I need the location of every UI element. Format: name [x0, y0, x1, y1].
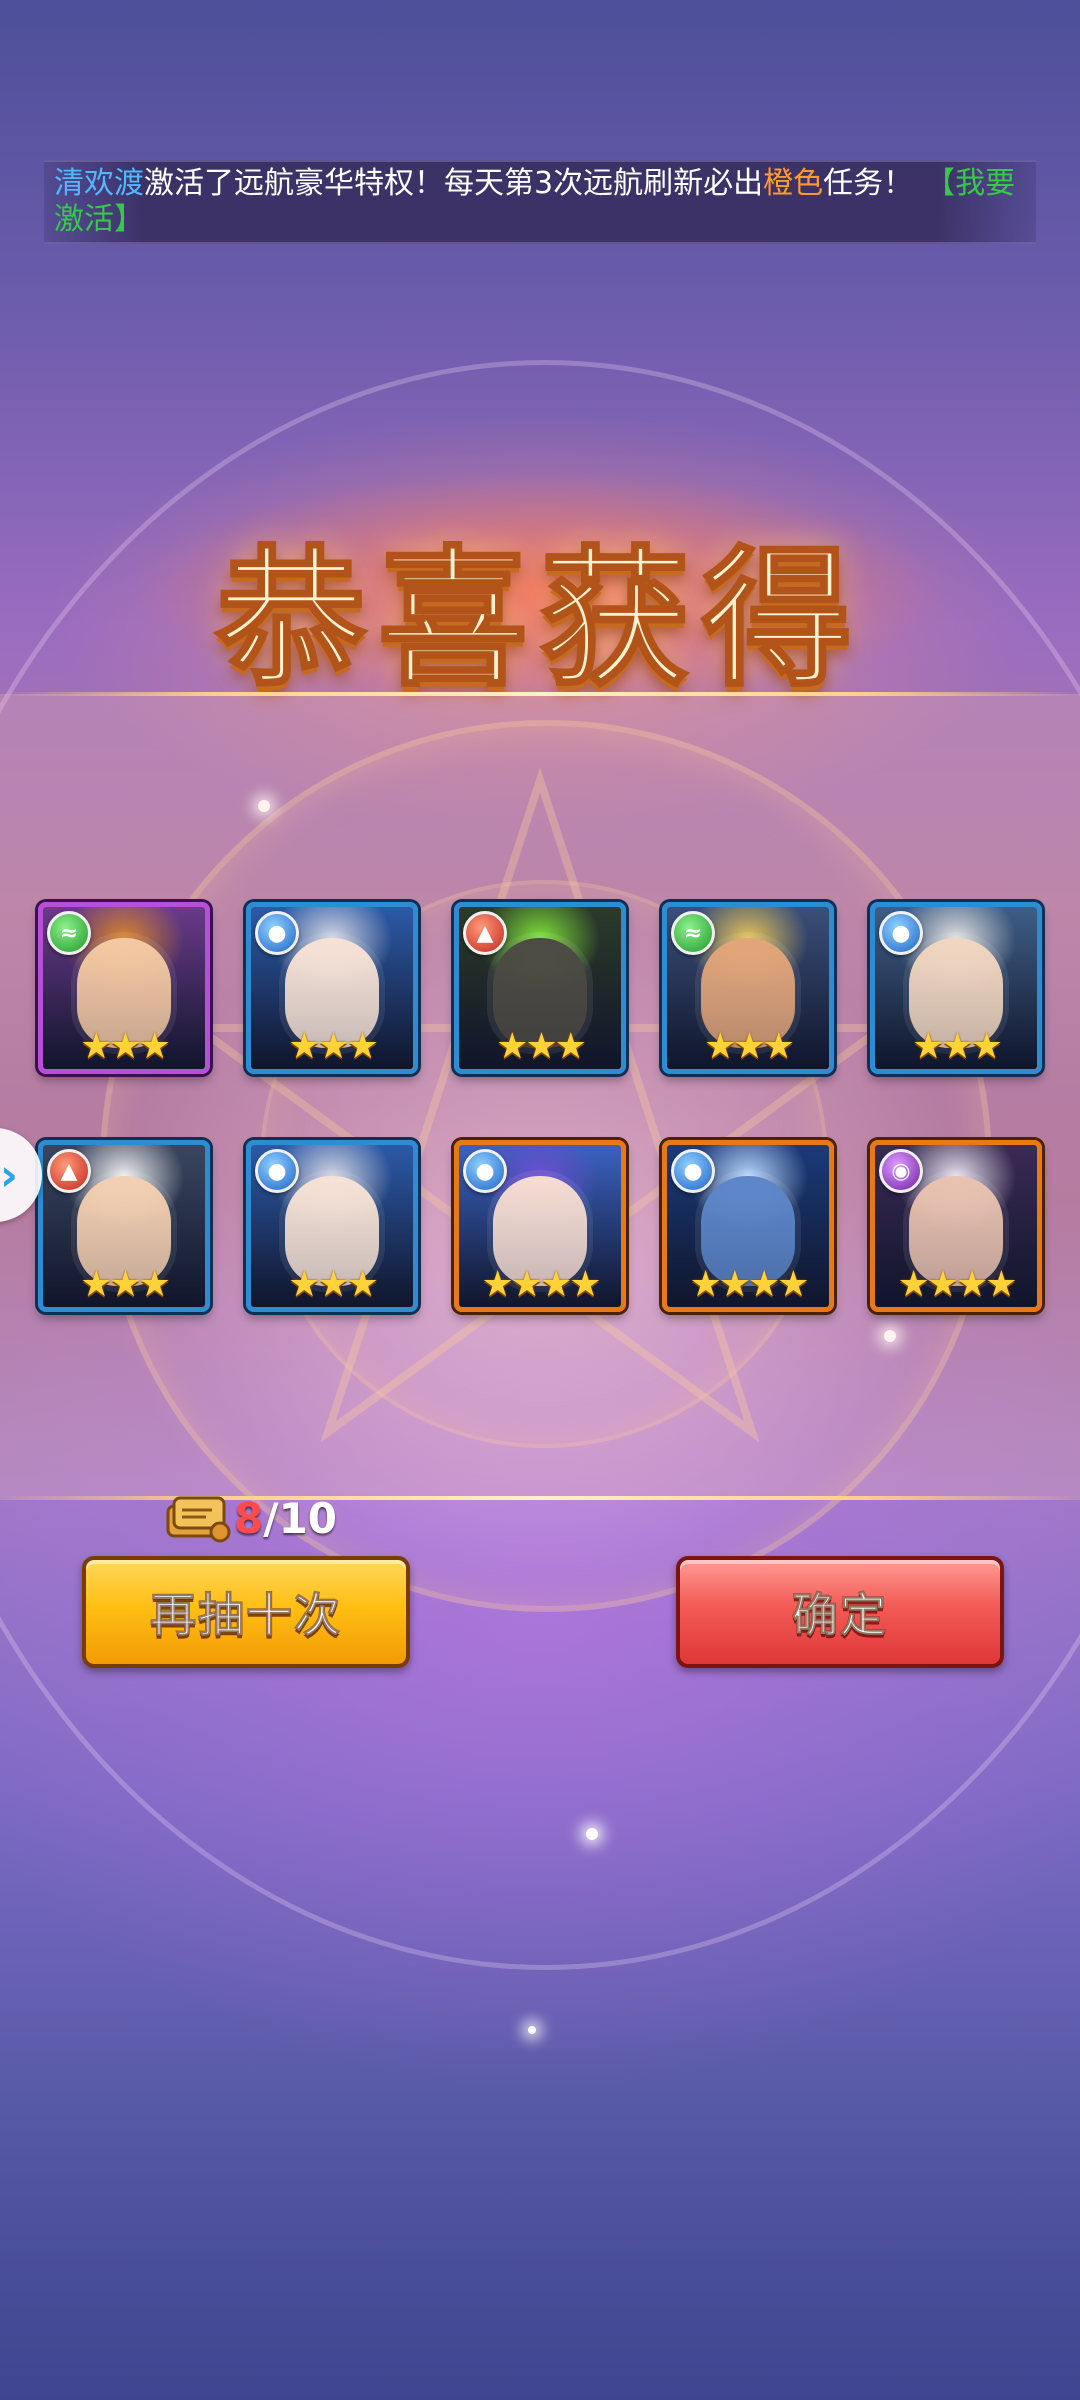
star-rating: ★★★★ [481, 1264, 601, 1305]
star-rating: ★★★★ [689, 1264, 809, 1305]
confirm-button[interactable]: 确定 [676, 1556, 1004, 1668]
draw-count-separator: / [263, 1493, 279, 1543]
band-top-line [0, 692, 1080, 696]
hero-card[interactable]: ▲ ★★★ [454, 902, 626, 1074]
hero-card[interactable]: ● ★★★★ [454, 1140, 626, 1312]
water-element-icon: ● [671, 1149, 715, 1193]
water-element-icon: ● [463, 1149, 507, 1193]
notice-message-end: 任务！ [823, 166, 914, 201]
star-rating: ★★★ [288, 1026, 379, 1067]
fire-element-icon: ▲ [463, 911, 507, 955]
scroll-ticket-icon [162, 1490, 234, 1546]
fire-element-icon: ▲ [47, 1149, 91, 1193]
draw-count-total: 10 [278, 1493, 338, 1543]
notice-player-name: 清欢渡 [54, 166, 144, 201]
notice-text: 清欢渡激活了远航豪华特权！每天第3次远航刷新必出橙色任务！ 【我要激活】 [54, 166, 1026, 238]
water-element-icon: ● [255, 1149, 299, 1193]
hero-card[interactable]: ● ★★★ [246, 1140, 418, 1312]
hero-card[interactable]: ● ★★★ [870, 902, 1042, 1074]
notice-highlight: 橙色 [763, 166, 824, 201]
result-band [0, 694, 1080, 1500]
wind-element-icon: ≈ [47, 911, 91, 955]
star-rating: ★★★ [288, 1264, 379, 1305]
star-rating: ★★★ [912, 1026, 1003, 1067]
star-rating: ★★★ [80, 1026, 171, 1067]
sparkle [586, 1828, 598, 1840]
sparkle [528, 2026, 536, 2034]
notice-message: 激活了远航豪华特权！每天第3次远航刷新必出 [144, 166, 764, 201]
draw-count-current: 8 [234, 1493, 264, 1543]
star-rating: ★★★ [704, 1026, 795, 1067]
draw-count-text: 8/10 [234, 1494, 337, 1543]
draw-ten-again-button[interactable]: 再抽十次 [82, 1556, 410, 1668]
notice-banner: 清欢渡激活了远航豪华特权！每天第3次远航刷新必出橙色任务！ 【我要激活】 [44, 160, 1036, 244]
hero-card[interactable]: ● ★★★ [246, 902, 418, 1074]
star-rating: ★★★★ [897, 1264, 1017, 1305]
page-title: 恭喜获得 [214, 532, 864, 709]
water-element-icon: ● [255, 911, 299, 955]
star-rating: ★★★ [496, 1026, 587, 1067]
hero-card[interactable]: ● ★★★★ [662, 1140, 834, 1312]
star-rating: ★★★ [80, 1264, 171, 1305]
gacha-result-screen: 清欢渡激活了远航豪华特权！每天第3次远航刷新必出橙色任务！ 【我要激活】 恭喜获得… [0, 0, 1080, 2400]
water-element-icon: ● [879, 911, 923, 955]
dark-element-icon: ◉ [879, 1149, 923, 1193]
hero-card[interactable]: ≈ ★★★ [662, 902, 834, 1074]
hero-card[interactable]: ◉ ★★★★ [870, 1140, 1042, 1312]
hero-card[interactable]: ≈ ★★★ [38, 902, 210, 1074]
draw-count: 8/10 [162, 1488, 337, 1548]
hero-card[interactable]: ▲ ★★★ [38, 1140, 210, 1312]
wind-element-icon: ≈ [671, 911, 715, 955]
